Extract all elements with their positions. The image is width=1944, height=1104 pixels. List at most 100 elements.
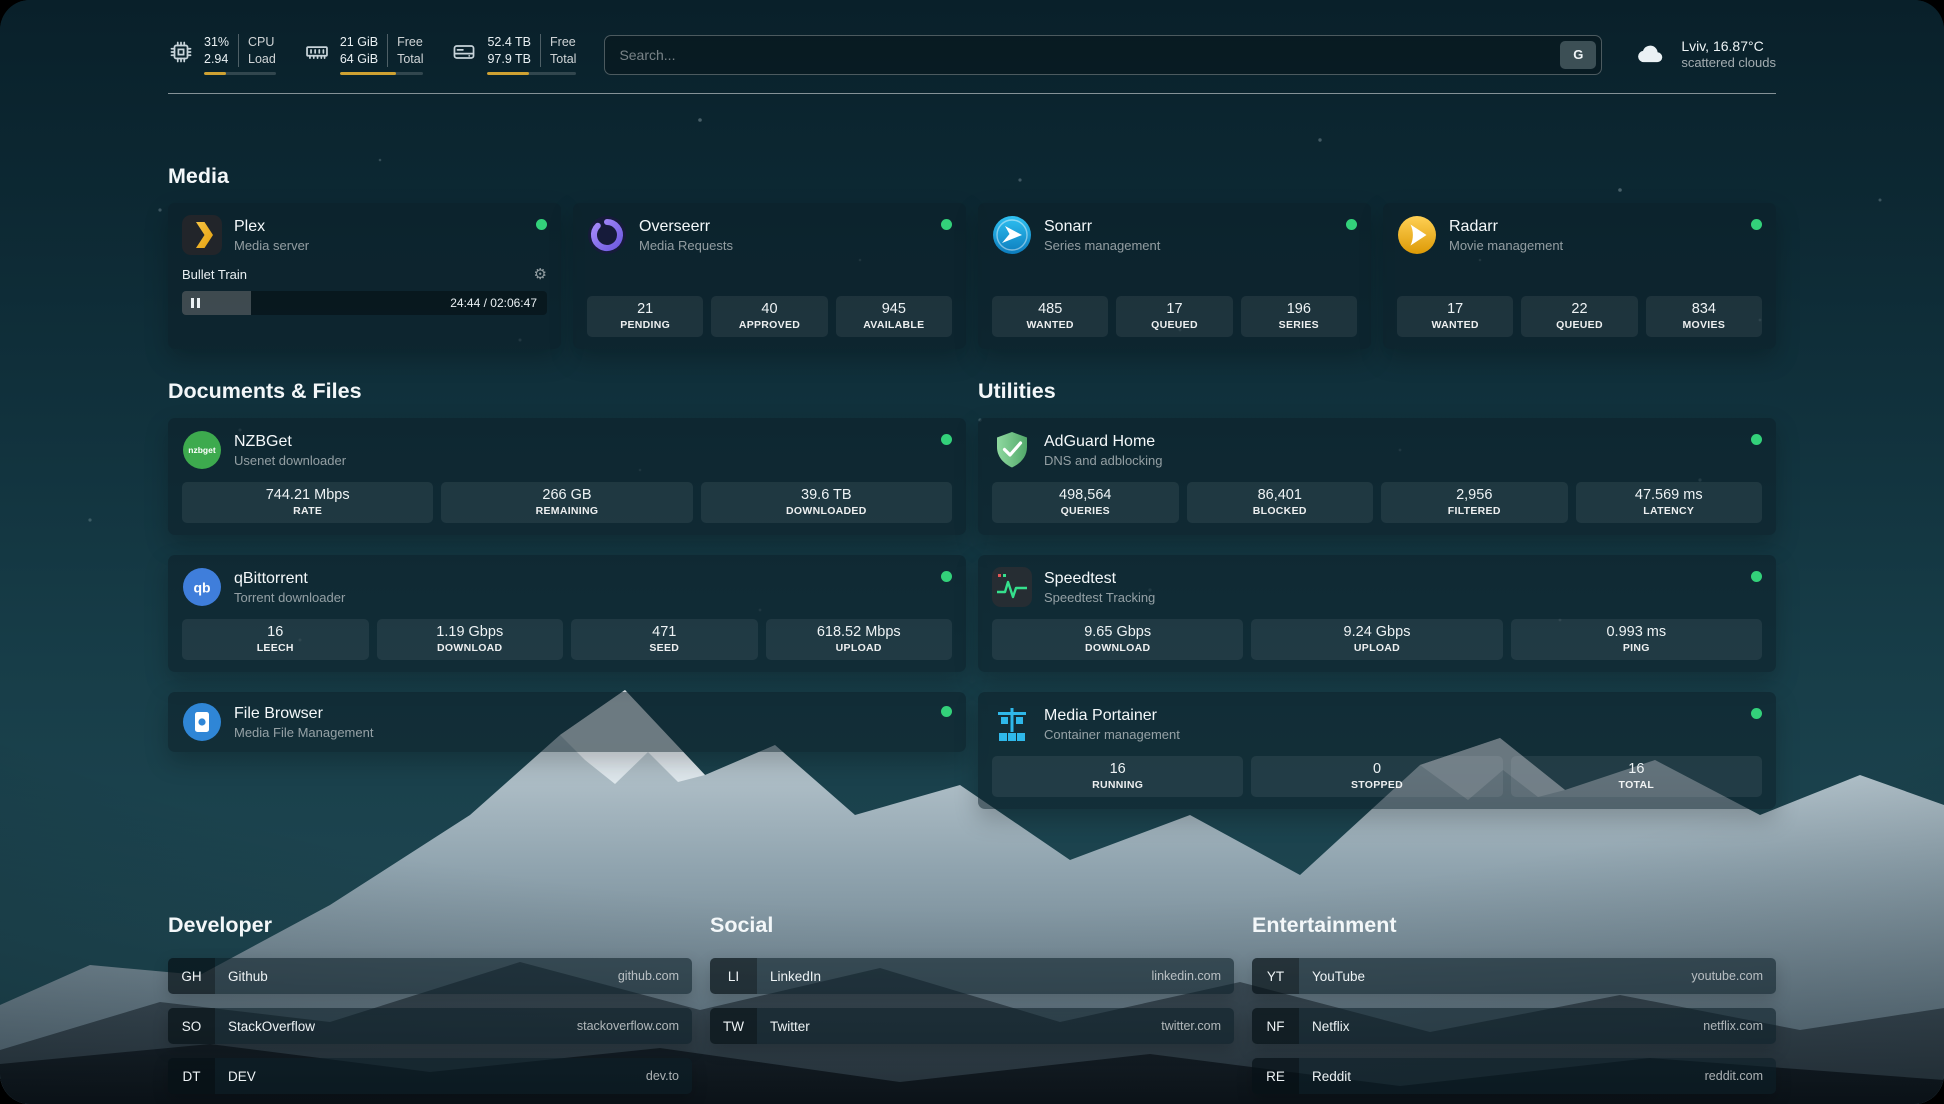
bookmark-url: stackoverflow.com (577, 1019, 679, 1033)
status-indicator (941, 571, 952, 582)
service-card-sonarr[interactable]: Sonarr Series management 485 WANTED 17 Q… (978, 203, 1371, 349)
service-card-nzbget[interactable]: nzbget NZBGet Usenet downloader 744.21 M… (168, 418, 966, 535)
playback-time: 24:44 / 02:06:47 (450, 296, 537, 310)
search-bar: G (604, 35, 1602, 75)
disk-free: 52.4 TB (487, 34, 531, 51)
bookmark-github[interactable]: GH Github github.com (168, 958, 692, 994)
top-bar: 31% 2.94 CPU Load (168, 34, 1776, 75)
stat-label: WANTED (1401, 319, 1509, 331)
bookmark-netflix[interactable]: NF Netflix netflix.com (1252, 1008, 1776, 1044)
stat-download: 9.65 Gbps DOWNLOAD (992, 619, 1243, 660)
stat-value: 86,401 (1191, 487, 1370, 503)
service-card-filebrowser[interactable]: File Browser Media File Management (168, 692, 966, 752)
cpu-usage-bar (204, 72, 276, 75)
stat-value: 39.6 TB (705, 487, 948, 503)
weather-widget[interactable]: Lviv, 16.87°C scattered clouds (1630, 37, 1776, 72)
service-card-qbittorrent[interactable]: qb qBittorrent Torrent downloader 16 LEE… (168, 555, 966, 672)
service-description: Series management (1044, 238, 1160, 253)
stat-wanted: 17 WANTED (1397, 296, 1513, 337)
bookmark-group-developer: Developer GH Github github.com SO StackO… (168, 913, 692, 1094)
stat-value: 9.65 Gbps (996, 624, 1239, 640)
pause-icon[interactable] (191, 298, 200, 308)
stat-total: 16 TOTAL (1511, 756, 1762, 797)
stat-seed: 471 SEED (571, 619, 758, 660)
service-card-speedtest[interactable]: Speedtest Speedtest Tracking 9.65 Gbps D… (978, 555, 1776, 672)
stat-label: DOWNLOADED (705, 505, 948, 517)
section-title-entertainment: Entertainment (1252, 913, 1776, 938)
section-title-social: Social (710, 913, 1234, 938)
service-name: Overseerr (639, 217, 733, 237)
service-name: Plex (234, 217, 309, 237)
stat-value: 485 (996, 301, 1104, 317)
section-title-media: Media (168, 164, 1776, 189)
stat-value: 16 (996, 761, 1239, 777)
service-card-plex[interactable]: Plex Media server Bullet Train ⚙ 24:44 /… (168, 203, 561, 349)
stat-value: 17 (1120, 301, 1228, 317)
service-name: AdGuard Home (1044, 432, 1163, 452)
stat-label: REMAINING (445, 505, 688, 517)
page-content: 31% 2.94 CPU Load (0, 0, 1944, 1104)
bookmark-dev[interactable]: DT DEV dev.to (168, 1058, 692, 1094)
section-title-developer: Developer (168, 913, 692, 938)
disk-label-bottom: Total (550, 51, 576, 68)
memory-label-top: Free (397, 34, 423, 51)
service-description: Movie management (1449, 238, 1563, 253)
service-card-radarr[interactable]: Radarr Movie management 17 WANTED 22 QUE… (1383, 203, 1776, 349)
service-name: NZBGet (234, 432, 346, 452)
search-provider-button[interactable]: G (1560, 41, 1596, 69)
service-name: qBittorrent (234, 569, 345, 589)
speedtest-icon (992, 567, 1032, 607)
stat-download: 1.19 Gbps DOWNLOAD (377, 619, 564, 660)
weather-condition: scattered clouds (1681, 55, 1776, 72)
stat-value: 21 (591, 301, 699, 317)
bookmark-name: Github (228, 969, 268, 984)
bookmark-name: Twitter (770, 1019, 810, 1034)
stat-available: 945 AVAILABLE (836, 296, 952, 337)
disk-labels: Free Total (540, 34, 576, 67)
cpu-labels: CPU Load (238, 34, 276, 67)
bookmark-abbr: RE (1252, 1058, 1299, 1094)
stat-latency: 47.569 ms LATENCY (1576, 482, 1763, 523)
stat-label: UPLOAD (1255, 642, 1498, 654)
service-description: Torrent downloader (234, 590, 345, 605)
service-name: Radarr (1449, 217, 1563, 237)
memory-total: 64 GiB (340, 51, 378, 68)
stat-value: 22 (1525, 301, 1633, 317)
stat-stopped: 0 STOPPED (1251, 756, 1502, 797)
status-indicator (941, 434, 952, 445)
service-description: Media File Management (234, 725, 373, 740)
service-card-adguard[interactable]: AdGuard Home DNS and adblocking 498,564 … (978, 418, 1776, 535)
adguard-icon (992, 430, 1032, 470)
service-card-overseerr[interactable]: Overseerr Media Requests 21 PENDING 40 A… (573, 203, 966, 349)
status-indicator (941, 706, 952, 717)
service-description: Usenet downloader (234, 453, 346, 468)
bookmark-url: linkedin.com (1152, 969, 1221, 983)
stat-queries: 498,564 QUERIES (992, 482, 1179, 523)
svg-text:nzbget: nzbget (188, 445, 216, 455)
search-input[interactable] (605, 47, 1560, 63)
playback-progress-bar[interactable]: 24:44 / 02:06:47 (182, 291, 547, 315)
status-indicator (1751, 708, 1762, 719)
bookmark-linkedin[interactable]: LI LinkedIn linkedin.com (710, 958, 1234, 994)
bookmark-stackoverflow[interactable]: SO StackOverflow stackoverflow.com (168, 1008, 692, 1044)
status-indicator (941, 219, 952, 230)
stat-value: 9.24 Gbps (1255, 624, 1498, 640)
bookmark-youtube[interactable]: YT YouTube youtube.com (1252, 958, 1776, 994)
service-card-portainer[interactable]: Media Portainer Container management 16 … (978, 692, 1776, 809)
bookmark-name: DEV (228, 1069, 256, 1084)
bookmark-reddit[interactable]: RE Reddit reddit.com (1252, 1058, 1776, 1094)
stat-value: 16 (186, 624, 365, 640)
stat-pending: 21 PENDING (587, 296, 703, 337)
stat-label: PING (1515, 642, 1758, 654)
stat-value: 266 GB (445, 487, 688, 503)
stat-value: 1.19 Gbps (381, 624, 560, 640)
memory-widget: 21 GiB 64 GiB Free Total (304, 34, 424, 75)
status-indicator (1751, 571, 1762, 582)
filebrowser-icon (182, 702, 222, 742)
service-description: Media Requests (639, 238, 733, 253)
bookmark-twitter[interactable]: TW Twitter twitter.com (710, 1008, 1234, 1044)
gear-icon[interactable]: ⚙ (534, 267, 547, 282)
svg-text:qb: qb (193, 580, 210, 596)
memory-free: 21 GiB (340, 34, 378, 51)
stat-series: 196 SERIES (1241, 296, 1357, 337)
